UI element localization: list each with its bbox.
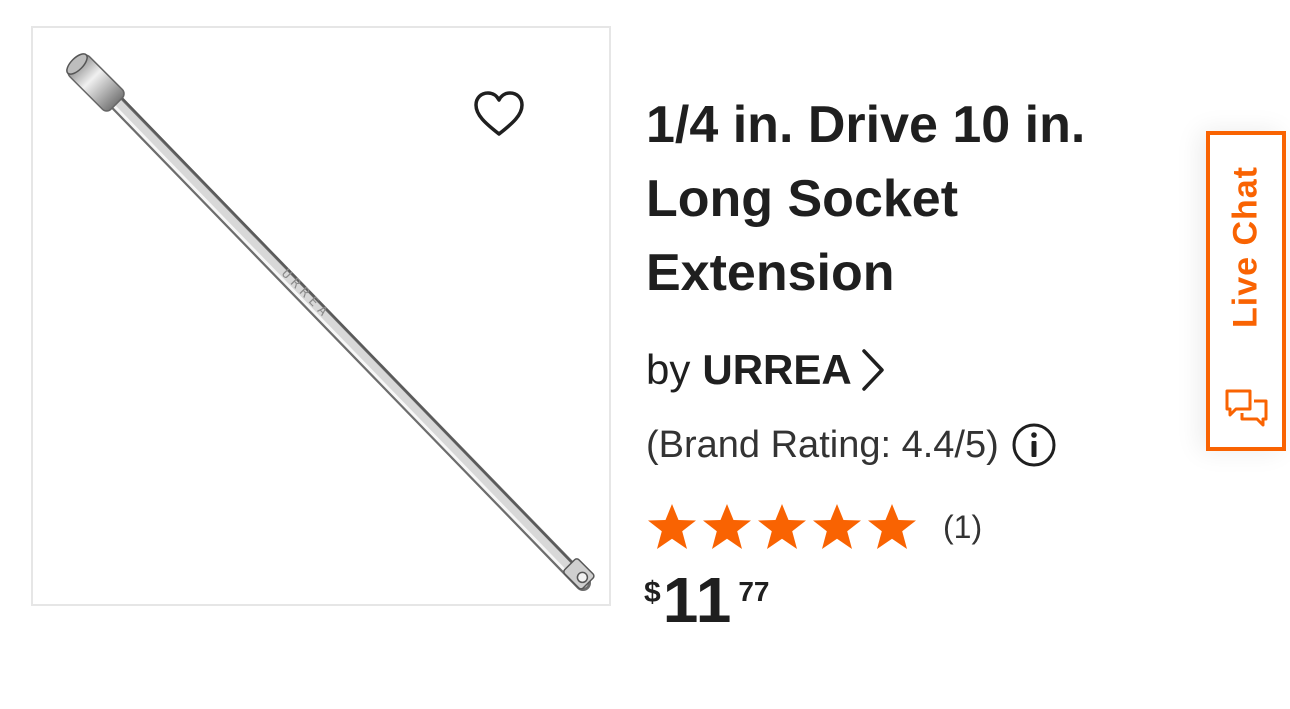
product-page: URREA 1/4 in. Drive 10 in. Long Socket E… bbox=[0, 0, 1290, 709]
live-chat-button[interactable]: Live Chat bbox=[1206, 131, 1286, 451]
star-filled-icon bbox=[868, 504, 916, 549]
chevron-right-icon bbox=[860, 348, 886, 392]
product-engraving: URREA bbox=[278, 266, 333, 322]
brand-name: URREA bbox=[702, 346, 852, 393]
live-chat-label: Live Chat bbox=[1226, 165, 1265, 329]
info-circle-icon bbox=[1012, 423, 1056, 467]
by-prefix: by bbox=[646, 346, 691, 393]
price-currency: $ bbox=[644, 576, 661, 609]
brand-link[interactable]: URREA bbox=[702, 340, 885, 400]
info-button[interactable] bbox=[1011, 422, 1057, 468]
price-dollars: 11 bbox=[662, 564, 733, 636]
price-cents: 77 bbox=[738, 576, 770, 607]
chat-bubbles-icon bbox=[1225, 389, 1268, 427]
brand-byline: by URREA bbox=[646, 340, 886, 400]
star-filled-icon bbox=[703, 504, 751, 549]
product-title: 1/4 in. Drive 10 in. Long Socket Extensi… bbox=[646, 96, 1086, 302]
star-rating bbox=[646, 502, 921, 552]
star-filled-icon bbox=[758, 504, 806, 549]
brand-rating-text: (Brand Rating: 4.4/5) bbox=[646, 424, 999, 466]
product-rating[interactable]: (1) bbox=[646, 502, 982, 552]
review-count[interactable]: (1) bbox=[943, 509, 982, 546]
star-filled-icon bbox=[813, 504, 861, 549]
product-image-card[interactable]: URREA bbox=[31, 26, 611, 606]
heart-outline-icon bbox=[474, 91, 524, 136]
brand-rating: (Brand Rating: 4.4/5) bbox=[646, 420, 1057, 470]
product-price: $ 11 77 bbox=[644, 566, 770, 634]
star-filled-icon bbox=[648, 504, 696, 549]
favorite-button[interactable] bbox=[471, 86, 527, 142]
